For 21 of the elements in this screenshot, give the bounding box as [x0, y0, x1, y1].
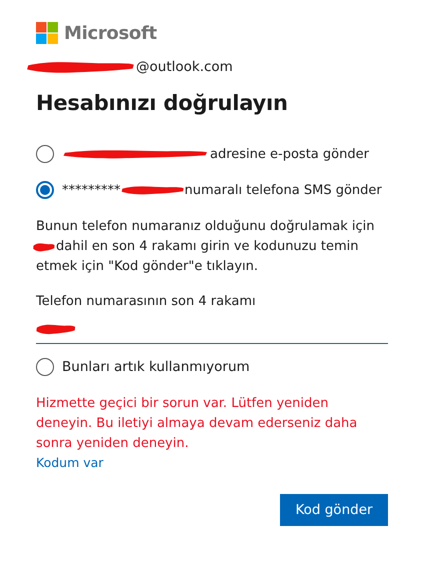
logo-icon [36, 22, 58, 44]
field-label: Telefon numarasının son 4 rakamı [36, 294, 257, 309]
option-label: adresine e-posta gönder [210, 146, 369, 162]
option-label: Bunları artık kullanmıyorum [62, 359, 250, 375]
radio-button[interactable] [36, 181, 54, 199]
redaction-mark [33, 241, 55, 253]
instruction-text: Bunun telefon numaranız olduğunu doğrulamak için [36, 218, 376, 236]
brand-name: Microsoft [64, 22, 157, 44]
have-code-link[interactable]: Kodum var [36, 455, 104, 470]
page-title: Hesabınızı doğrulayın [36, 91, 289, 115]
instruction-text: etmek için "Kod gönder"e tıklayın. [36, 258, 259, 276]
error-message: Hizmette geçici bir sorun var. Lütfen yeniden deneyin. Bu iletiyi almaya devam ederseniz daha sonra yeniden deneyin. [36, 395, 358, 453]
send-code-button[interactable]: Kod gönder [280, 494, 388, 526]
account-email: @outlook.com [136, 59, 233, 75]
masked-number: ********* [62, 182, 120, 198]
radio-button[interactable] [36, 358, 54, 376]
option-label: numaralı telefona SMS gönder [184, 182, 382, 198]
radio-button[interactable] [36, 145, 54, 163]
redaction-mark [36, 322, 76, 336]
instruction-text: dahil en son 4 rakamı girin ve kodunuzu temin [56, 238, 358, 256]
redaction-mark [120, 184, 184, 196]
